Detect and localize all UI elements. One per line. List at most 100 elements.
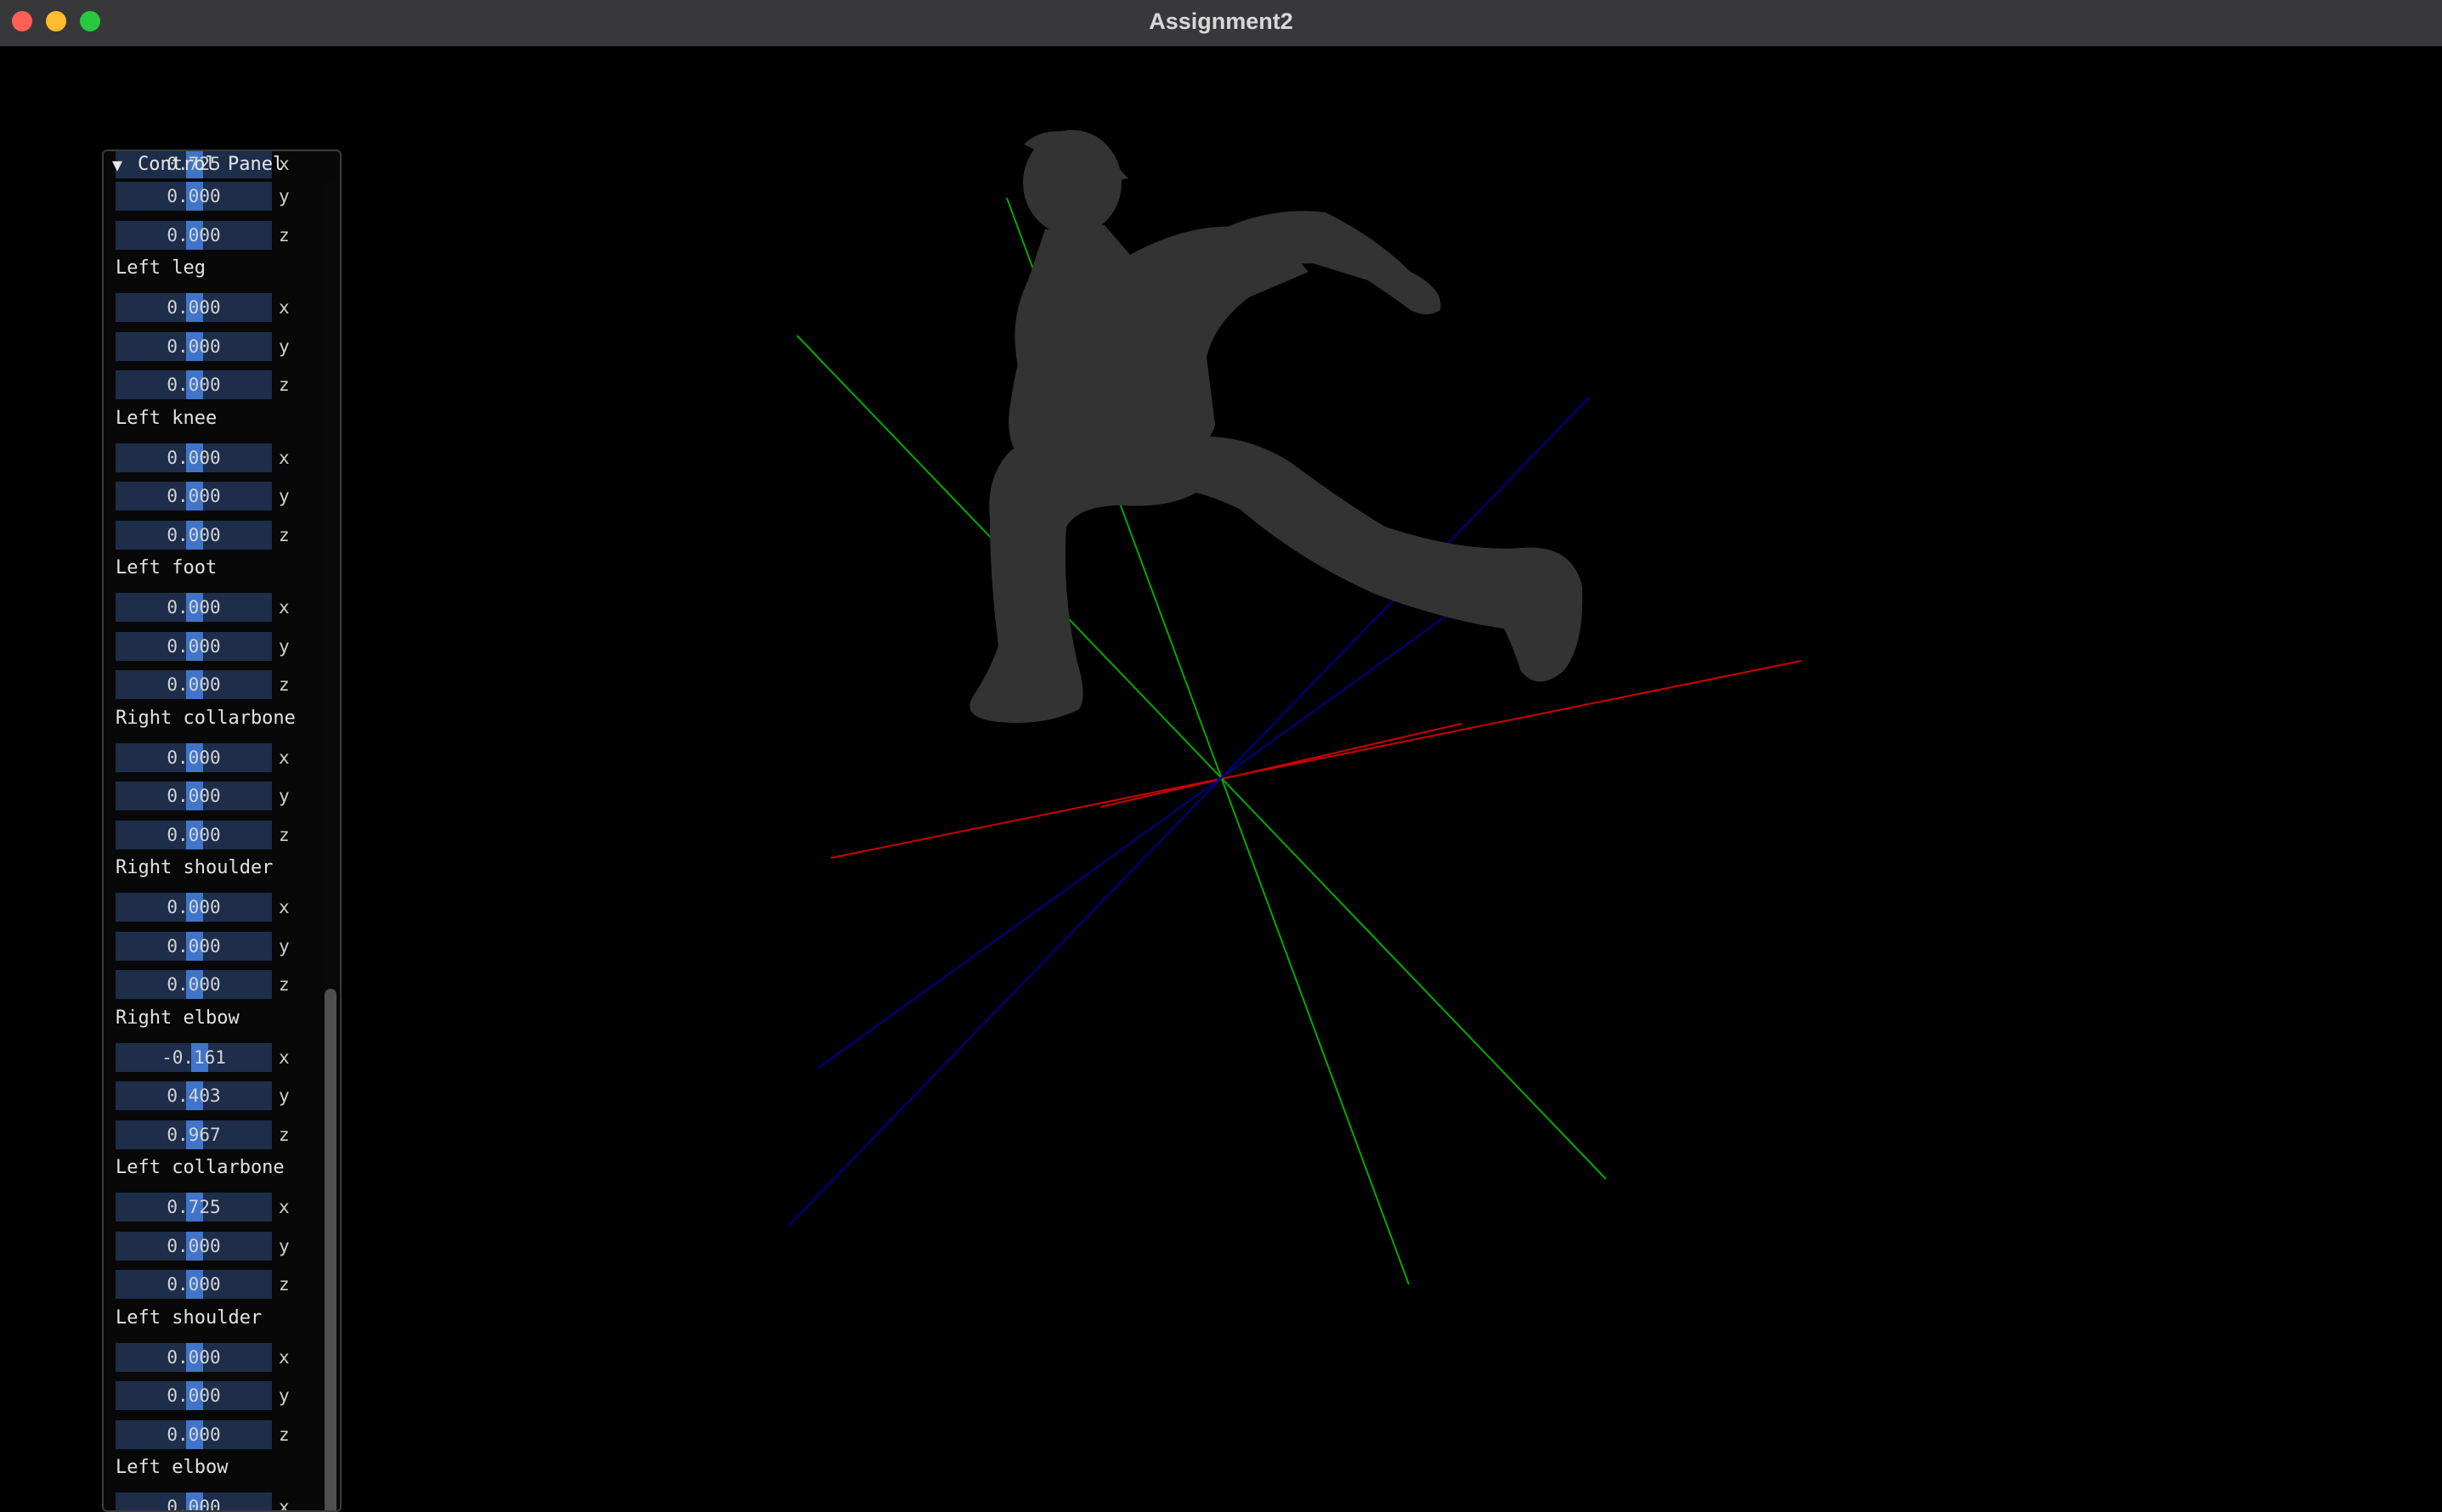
field-value: 0.725 <box>167 1197 221 1217</box>
drag-float-row: 0.000 z <box>116 520 319 550</box>
axes-gizmo <box>788 197 1802 1285</box>
drag-float-field[interactable]: 0.000 <box>116 631 272 661</box>
field-value: -0.161 <box>161 1047 226 1068</box>
collapse-arrow-icon[interactable]: ▼ <box>112 151 122 178</box>
axis-label: x <box>279 597 290 618</box>
drag-float-row: 0.000 y <box>116 331 319 361</box>
field-value: 0.967 <box>167 1124 221 1145</box>
field-value: 0.000 <box>167 186 221 206</box>
field-value: 0.000 <box>167 297 221 318</box>
field-value: 0.000 <box>167 1274 221 1295</box>
field-value: 0.000 <box>167 747 221 768</box>
3d-viewport[interactable] <box>0 47 2442 1485</box>
field-value: 0.000 <box>167 486 221 506</box>
scrollbar-thumb[interactable] <box>325 989 336 1510</box>
drag-float-field[interactable]: 0.000 <box>116 1231 272 1261</box>
drag-float-row: 0.000 y <box>116 1231 319 1261</box>
control-panel-title: Control Panel <box>138 154 285 175</box>
drag-float-row: 0.000 z <box>116 370 319 399</box>
window-title: Assignment2 <box>1149 8 1293 34</box>
field-value: 0.000 <box>167 635 221 657</box>
axis-label: x <box>279 1346 290 1368</box>
drag-float-field[interactable]: 0.000 <box>116 781 272 810</box>
field-value: 0.000 <box>167 1385 221 1406</box>
drag-float-field[interactable]: 0.000 <box>116 820 272 849</box>
field-value: 0.000 <box>167 897 221 917</box>
axis-label: x <box>279 447 290 468</box>
control-panel[interactable]: 0.725 x 0.000 y 0.000 z Left leg 0.000 x 0.000 y 0.… <box>102 150 342 1512</box>
drag-float-row: 0.000 x <box>116 1342 319 1372</box>
drag-float-field[interactable]: 0.000 <box>116 293 272 322</box>
joint-group-label: Left leg <box>116 257 206 279</box>
drag-float-field[interactable]: 0.000 <box>116 331 272 361</box>
drag-float-field[interactable]: 0.000 <box>116 1419 272 1449</box>
z-axis-line-2 <box>817 604 1462 1069</box>
axis-label: x <box>279 1497 290 1512</box>
drag-float-field[interactable]: 0.000 <box>116 182 272 211</box>
drag-float-field[interactable]: 0.403 <box>116 1081 272 1110</box>
drag-float-field[interactable]: 0.000 <box>116 370 272 399</box>
drag-float-field[interactable]: 0.000 <box>116 1342 272 1372</box>
field-value: 0.000 <box>167 824 221 845</box>
drag-float-field[interactable]: 0.000 <box>116 742 272 772</box>
scene-canvas[interactable] <box>0 47 2442 1485</box>
axis-label: z <box>279 375 290 395</box>
drag-float-row: 0.000 y <box>116 781 319 810</box>
drag-float-row: 0.000 y <box>116 631 319 661</box>
drag-float-row: 0.403 y <box>116 1081 319 1110</box>
axis-label: y <box>279 336 290 357</box>
drag-float-field[interactable]: 0.000 <box>116 1492 272 1512</box>
drag-float-row: 0.000 x <box>116 593 319 622</box>
drag-float-field[interactable]: 0.000 <box>116 670 272 699</box>
drag-float-row: 0.000 z <box>116 670 319 699</box>
joint-group-label: Left elbow <box>116 1457 229 1478</box>
drag-float-field[interactable]: 0.000 <box>116 931 272 961</box>
axis-label: x <box>279 1047 290 1068</box>
drag-float-field[interactable]: 0.000 <box>116 1270 272 1299</box>
axis-label: y <box>279 786 290 806</box>
axis-label: z <box>279 824 290 845</box>
axis-label: z <box>279 1274 290 1295</box>
control-panel-header[interactable]: ▼ Control Panel <box>104 151 340 178</box>
field-value: 0.000 <box>167 1235 221 1256</box>
field-value: 0.000 <box>167 524 221 545</box>
drag-float-field[interactable]: 0.000 <box>116 482 272 511</box>
character-model <box>969 130 1583 723</box>
field-value: 0.000 <box>167 597 221 618</box>
x-axis-line <box>830 660 1802 859</box>
joint-group-label: Right collarbone <box>116 707 296 729</box>
drag-float-field[interactable]: 0.000 <box>116 443 272 472</box>
drag-float-row: 0.000 y <box>116 482 319 511</box>
drag-float-row: -0.161 x <box>116 1042 319 1072</box>
drag-float-field[interactable]: -0.161 <box>116 1042 272 1072</box>
drag-float-row: 0.000 z <box>116 820 319 849</box>
field-value: 0.000 <box>167 935 221 956</box>
axis-label: z <box>279 1424 290 1445</box>
field-value: 0.000 <box>167 674 221 695</box>
joint-group-label: Left shoulder <box>116 1306 263 1329</box>
drag-float-field[interactable]: 0.000 <box>116 893 272 922</box>
drag-float-field[interactable]: 0.967 <box>116 1120 272 1149</box>
drag-float-field[interactable]: 0.725 <box>116 1193 272 1221</box>
joint-group-label: Left foot <box>116 557 218 578</box>
field-value: 0.000 <box>167 447 221 468</box>
field-value: 0.000 <box>167 336 221 357</box>
field-value: 0.403 <box>167 1086 221 1106</box>
drag-float-field[interactable]: 0.000 <box>116 220 272 250</box>
drag-float-row: 0.000 x <box>116 443 319 472</box>
field-value: 0.000 <box>167 375 221 395</box>
drag-float-field[interactable]: 0.000 <box>116 520 272 550</box>
drag-float-row: 0.725 x <box>116 1193 319 1221</box>
scrollbar-track[interactable] <box>323 182 338 1510</box>
axis-label: x <box>279 747 290 768</box>
axis-label: z <box>279 974 290 995</box>
drag-float-field[interactable]: 0.000 <box>116 593 272 622</box>
field-value: 0.000 <box>167 974 221 995</box>
drag-float-row: 0.000 y <box>116 1381 319 1410</box>
drag-float-field[interactable]: 0.000 <box>116 970 272 999</box>
field-value: 0.000 <box>167 1497 221 1512</box>
drag-float-row: 0.000 z <box>116 970 319 999</box>
drag-float-row: 0.000 z <box>116 1419 319 1449</box>
drag-float-field[interactable]: 0.000 <box>116 1381 272 1410</box>
axis-label: x <box>279 297 290 318</box>
